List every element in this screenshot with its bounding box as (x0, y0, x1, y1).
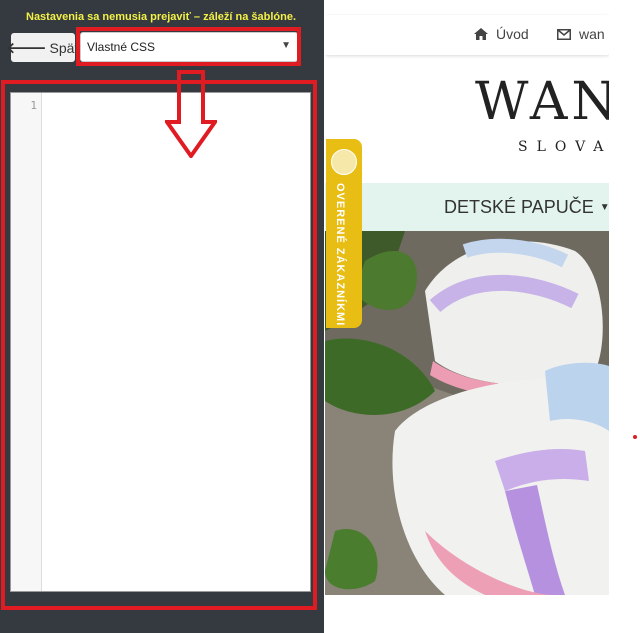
nav-mail-link[interactable]: wan (557, 26, 605, 42)
css-mode-select-value: Vlastné CSS (87, 40, 156, 54)
nav-mail-label: wan (579, 26, 605, 42)
top-nav-bar: Úvod wan (325, 15, 609, 55)
editor-gutter: 1 (11, 93, 42, 591)
main-menu-bar: DETSKÉ PAPUČE ▼ (325, 183, 609, 231)
back-button-label: Späť (49, 39, 80, 56)
verified-seal-icon (331, 149, 357, 175)
home-icon (474, 28, 488, 40)
envelope-icon (557, 28, 571, 40)
settings-notice: Nastavenia sa nemusia prejaviť – záleží … (26, 11, 297, 23)
verified-reviews-badge[interactable]: OVERENÉ ZÁKAZNÍKMI (326, 139, 362, 328)
hero-product-photo (325, 231, 609, 595)
caret-down-icon: ▼ (599, 202, 609, 213)
css-code-editor[interactable]: 1 (10, 92, 311, 592)
menu-item-detske-papuce[interactable]: DETSKÉ PAPUČE ▼ (444, 197, 609, 218)
red-dot-marker (633, 435, 637, 439)
site-preview: Úvod wan WAN SLOVA DETSKÉ PAPUČE ▼ (325, 0, 609, 633)
nav-home-label: Úvod (496, 26, 529, 42)
nav-home-link[interactable]: Úvod (474, 26, 529, 42)
verified-reviews-label: OVERENÉ ZÁKAZNÍKMI (334, 183, 346, 327)
site-logo[interactable]: WAN (475, 72, 609, 132)
site-logo-subtitle: SLOVA (518, 139, 609, 155)
line-number: 1 (30, 99, 37, 112)
chevron-down-icon: ▼ (281, 40, 291, 51)
menu-item-label: DETSKÉ PAPUČE (444, 197, 594, 217)
arrow-left-icon: 🡐 (6, 40, 47, 57)
editor-code-area[interactable] (42, 93, 310, 591)
css-mode-select[interactable]: Vlastné CSS ▼ (80, 32, 298, 62)
settings-panel: Nastavenia sa nemusia prejaviť – záleží … (0, 0, 324, 633)
hero-photo-illustration (325, 231, 609, 595)
back-button[interactable]: 🡐 Späť (6, 33, 80, 62)
